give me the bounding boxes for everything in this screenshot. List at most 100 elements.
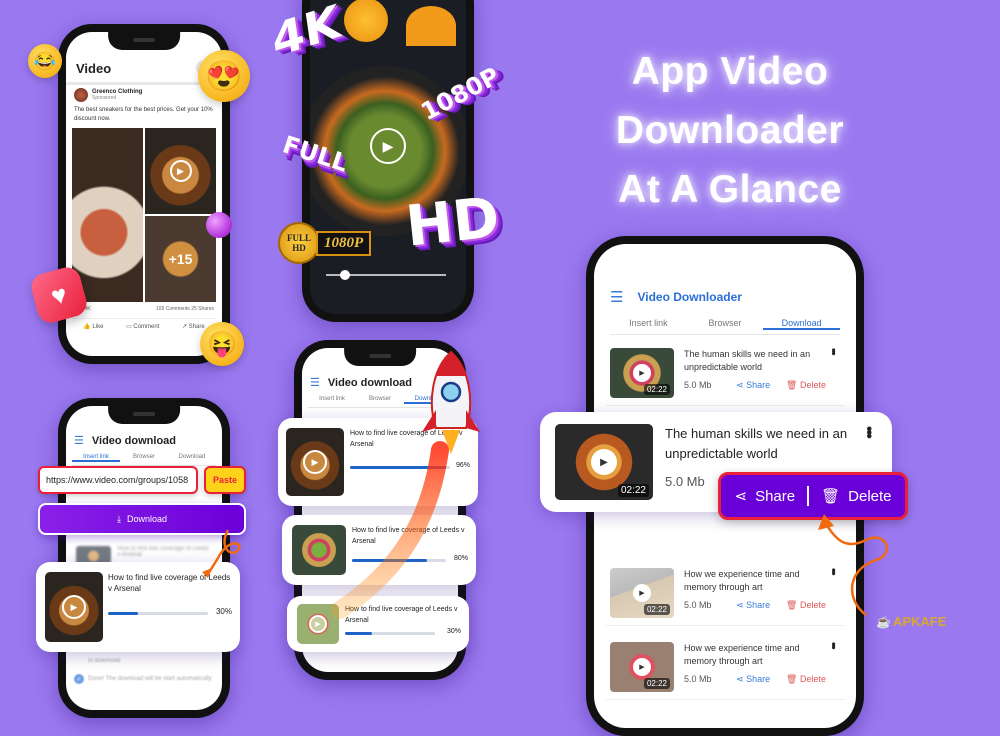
item-thumbnail[interactable]: ▶ 02:22	[610, 568, 674, 618]
card-progress-bar	[345, 632, 435, 635]
item-duration: 02:22	[617, 484, 649, 497]
downloader-title: Video Downloader	[637, 290, 742, 304]
seek-bar[interactable]	[326, 270, 446, 280]
like-button[interactable]: 👍 Like	[83, 323, 103, 330]
play-icon[interactable]: ▶	[169, 160, 192, 182]
action-divider	[807, 486, 810, 506]
comment-button[interactable]: ▭ Comment	[126, 323, 159, 330]
item-duration: 02:22	[643, 678, 670, 689]
author-avatar[interactable]	[74, 88, 88, 102]
item-size: 5.0 Mb	[684, 380, 712, 390]
paste-button[interactable]: Paste	[204, 466, 246, 494]
url-input[interactable]: https://www.video.com/groups/1058	[38, 466, 198, 494]
hint-1: to download	[88, 658, 121, 664]
juice-glass	[344, 0, 388, 42]
tab-download[interactable]: Download	[168, 454, 216, 462]
post-media-grid[interactable]: ▶ +15	[72, 128, 216, 302]
heart-eyes-emoji-icon: 😍	[198, 50, 250, 102]
share-button[interactable]: ⋖ Share	[736, 380, 770, 391]
insert-header: ☰ Video download	[74, 434, 177, 448]
share-button[interactable]: ⋖ Share	[734, 487, 795, 506]
trash-icon: 🗑	[786, 380, 798, 390]
more-options-icon[interactable]: •••	[827, 642, 839, 648]
item-title: The human skills we need in an unpredict…	[684, 349, 811, 372]
item-title: How we experience time and memory throug…	[684, 643, 800, 666]
play-icon[interactable]: ▶	[633, 364, 651, 382]
play-icon[interactable]: ▶	[591, 449, 617, 475]
trash-icon: 🗑	[786, 674, 798, 684]
delete-button[interactable]: 🗑 Delete	[786, 674, 826, 685]
delete-button[interactable]: 🗑 Delete	[821, 487, 891, 506]
full-hd-1080p-badge: FULL HD 1080P	[278, 222, 372, 264]
purple-orb-icon	[206, 212, 232, 238]
share-icon: ⋖	[736, 600, 744, 610]
tab-download[interactable]: Download	[763, 318, 841, 330]
progress-header: ☰ Video download	[310, 376, 412, 390]
card-progress-label: 30%	[446, 628, 461, 635]
headline-line-3: At A Glance	[618, 168, 842, 211]
post-meta: Sponsored ·	[92, 95, 120, 101]
item-size: 5.0 Mb	[684, 600, 712, 610]
item-thumbnail[interactable]: ▶ 02:22	[555, 424, 653, 500]
menu-icon[interactable]: ☰	[310, 376, 320, 389]
card-thumbnail[interactable]: ▶	[45, 572, 103, 642]
seek-handle[interactable]	[340, 270, 351, 280]
headline: App Video Downloader At A Glance	[580, 42, 880, 219]
insert-title: Video download	[91, 434, 177, 447]
tab-browser[interactable]: Browser	[356, 396, 404, 404]
play-icon[interactable]: ▶	[309, 615, 327, 633]
play-icon[interactable]: ▶	[370, 128, 406, 164]
wink-tongue-emoji-icon: 😝	[200, 322, 244, 366]
headline-line-1: App Video	[631, 50, 829, 93]
item-size: 5.0 Mb	[684, 674, 712, 684]
insert-tabs: Insert link Browser Download	[72, 454, 216, 466]
downloader-header: ☰ Video Downloader	[610, 288, 742, 306]
download-item[interactable]: ▶ 02:22 How we experience time and memor…	[606, 638, 844, 700]
card-progress-bar	[108, 612, 208, 615]
more-media-count: +15	[168, 251, 193, 267]
resolution-label: 1080P	[316, 230, 372, 256]
media-toast[interactable]: ▶	[145, 128, 216, 214]
tab-browser[interactable]: Browser	[687, 318, 764, 330]
tab-browser[interactable]: Browser	[120, 454, 168, 462]
share-icon: ⋖	[736, 674, 744, 684]
post-header: Greenco Clothing Sponsored ·	[74, 88, 142, 102]
play-icon[interactable]: ▶	[633, 658, 651, 676]
item-title: How we experience time and memory throug…	[684, 569, 800, 592]
play-icon[interactable]: ▶	[633, 584, 651, 602]
item-thumbnail[interactable]: ▶ 02:22	[610, 348, 674, 398]
headline-line-2: Downloader	[615, 109, 845, 152]
notch	[108, 32, 180, 50]
share-button[interactable]: ⋖ Share	[736, 600, 770, 611]
delete-button[interactable]: 🗑 Delete	[786, 380, 826, 391]
download-item[interactable]: ▶ 02:22 The human skills we need in an u…	[606, 344, 844, 406]
share-icon: ⋖	[734, 488, 748, 505]
laughing-emoji-icon: 😂	[28, 44, 62, 78]
tab-insert-link[interactable]: Insert link	[610, 318, 687, 330]
play-icon[interactable]: ▶	[62, 595, 86, 619]
tab-insert-link[interactable]: Insert link	[72, 454, 120, 462]
more-options-icon[interactable]: •••	[827, 348, 839, 354]
share-button[interactable]: ↗ Share	[182, 323, 205, 330]
menu-icon[interactable]: ☰	[610, 288, 623, 306]
item-title: The human skills we need in an unpredict…	[665, 426, 848, 461]
media-salmon[interactable]	[72, 128, 143, 302]
card-progress-fill	[345, 632, 372, 635]
media-meatballs[interactable]: +15	[145, 216, 216, 302]
more-options-icon[interactable]: •••	[860, 426, 877, 437]
menu-icon[interactable]: ☰	[74, 434, 84, 447]
post-text: The best sneakers for the best prices. G…	[74, 107, 213, 122]
play-icon[interactable]: ▶	[303, 450, 327, 474]
hint-2: ✓ Done! The download will be start autom…	[74, 674, 212, 684]
item-thumbnail[interactable]: ▶ 02:22	[610, 642, 674, 692]
post-stats: ♥ 1.4K 105 Comments 25 Shares	[76, 306, 214, 312]
share-button[interactable]: ⋖ Share	[736, 674, 770, 685]
notch	[108, 406, 180, 424]
rocket-icon	[422, 350, 480, 454]
shares-count[interactable]: 25 Shares	[191, 306, 214, 312]
tab-insert-link[interactable]: Insert link	[308, 396, 356, 404]
url-value[interactable]: https://www.video.com/groups/1058	[46, 475, 188, 485]
card-progress-fill	[108, 612, 138, 615]
comments-count[interactable]: 105 Comments	[156, 306, 190, 312]
share-icon: ⋖	[736, 380, 744, 390]
